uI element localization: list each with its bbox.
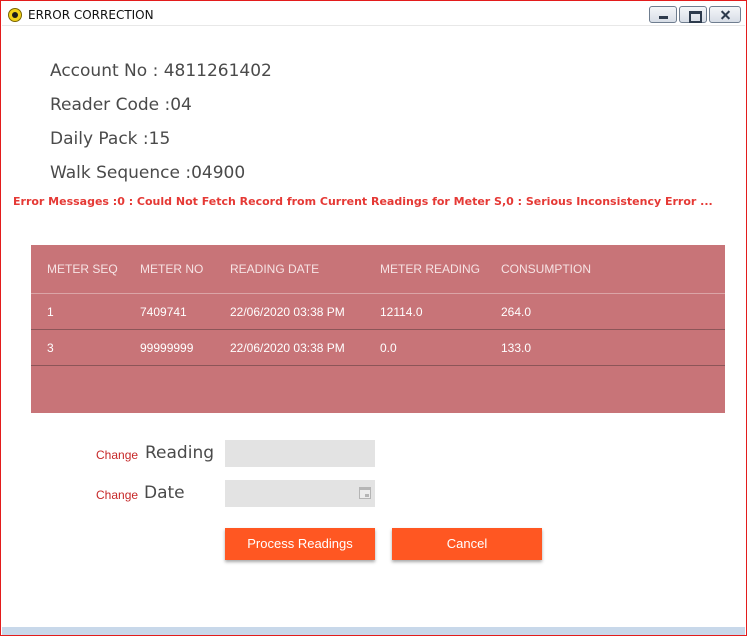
- reader-code: Reader Code :04: [50, 95, 192, 115]
- error-message: Error Messages :0 : Could Not Fetch Reco…: [13, 195, 713, 208]
- table-header: METER SEQ METER NO READING DATE METER RE…: [31, 245, 725, 293]
- account-number: Account No : 4811261402: [50, 61, 272, 81]
- window-bottom-border: [2, 627, 745, 635]
- change-reading-link[interactable]: Change: [96, 448, 138, 462]
- process-readings-button[interactable]: Process Readings: [225, 528, 375, 560]
- table-empty-area: [31, 365, 725, 401]
- cell-consumption: 264.0: [501, 305, 532, 319]
- title-bar[interactable]: ERROR CORRECTION: [2, 2, 745, 26]
- app-icon: [8, 8, 22, 22]
- readings-table: METER SEQ METER NO READING DATE METER RE…: [31, 245, 725, 413]
- reading-input[interactable]: [225, 440, 375, 467]
- table-row[interactable]: 1 7409741 22/06/2020 03:38 PM 12114.0 26…: [31, 293, 725, 329]
- walk-sequence: Walk Sequence :04900: [50, 163, 246, 183]
- column-header-meter-seq[interactable]: METER SEQ: [47, 262, 118, 276]
- close-icon: [710, 7, 740, 22]
- column-header-meter-reading[interactable]: METER READING: [380, 262, 480, 276]
- window-title: ERROR CORRECTION: [28, 8, 154, 22]
- reading-label: Reading: [145, 443, 215, 463]
- minimize-button[interactable]: [649, 6, 677, 23]
- cell-reading-date: 22/06/2020 03:38 PM: [230, 305, 345, 319]
- cell-meter-seq: 1: [47, 305, 54, 319]
- window-controls: [649, 6, 741, 23]
- cell-meter-seq: 3: [47, 341, 54, 355]
- error-correction-window: ERROR CORRECTION Account No : 4811261402…: [0, 0, 747, 636]
- cell-reading-date: 22/06/2020 03:38 PM: [230, 341, 345, 355]
- maximize-button[interactable]: [679, 6, 707, 23]
- column-header-meter-no[interactable]: METER NO: [140, 262, 203, 276]
- close-button[interactable]: [709, 6, 741, 23]
- date-label: Date: [144, 483, 185, 503]
- table-row[interactable]: 3 99999999 22/06/2020 03:38 PM 0.0 133.0: [31, 329, 725, 365]
- calendar-icon[interactable]: [359, 487, 371, 499]
- date-picker-input[interactable]: [225, 480, 375, 507]
- change-date-link[interactable]: Change: [96, 488, 138, 502]
- cell-meter-no: 99999999: [140, 341, 194, 355]
- cell-meter-no: 7409741: [140, 305, 187, 319]
- cell-meter-reading: 0.0: [380, 341, 397, 355]
- minimize-icon: [650, 7, 676, 22]
- maximize-icon: [680, 7, 706, 23]
- cancel-button[interactable]: Cancel: [392, 528, 542, 560]
- cell-consumption: 133.0: [501, 341, 532, 355]
- cell-meter-reading: 12114.0: [380, 305, 423, 319]
- column-header-consumption[interactable]: CONSUMPTION: [501, 262, 591, 276]
- column-header-reading-date[interactable]: READING DATE: [230, 262, 319, 276]
- daily-pack: Daily Pack :15: [50, 129, 171, 149]
